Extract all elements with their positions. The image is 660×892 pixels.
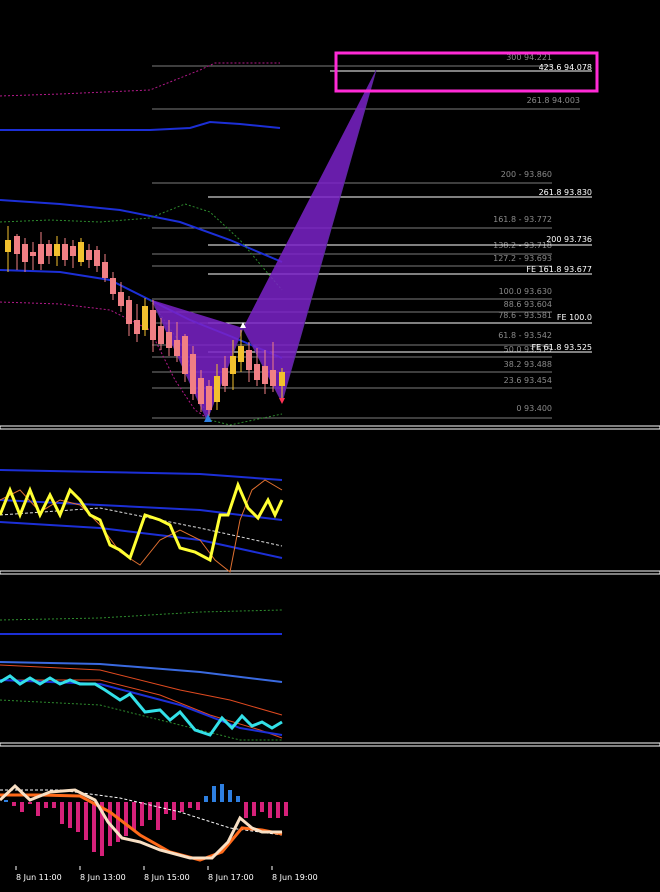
histogram-bar — [52, 802, 56, 808]
bearish-candle — [270, 370, 276, 386]
histogram-bar — [44, 802, 48, 808]
fib-level-label-white: FE 100.0 — [557, 313, 592, 322]
bearish-candle — [38, 244, 44, 264]
bullish-candle — [142, 306, 148, 330]
bullish-candle — [230, 356, 236, 374]
bearish-candle — [206, 386, 212, 410]
time-axis-label: 8 Jun 19:00 — [272, 873, 318, 882]
histogram-bar — [84, 802, 88, 840]
bullish-candle — [54, 244, 60, 256]
histogram-bar — [220, 784, 224, 802]
bearish-candle — [246, 350, 252, 370]
fib-level-label-grey: 0 93.400 — [516, 404, 552, 413]
histogram-bar — [4, 800, 8, 802]
histogram-bar — [228, 790, 232, 802]
histogram-bar — [12, 802, 16, 806]
histogram-bar — [180, 802, 184, 812]
fib-level-label-grey: 78.6 - 93.581 — [498, 311, 552, 320]
fib-level-label-grey: 200 - 93.860 — [501, 170, 552, 179]
bearish-candle — [22, 244, 28, 262]
histogram-bar — [212, 786, 216, 802]
fib-level-label-white: FE 61.8 93.525 — [531, 343, 592, 352]
bearish-candle — [62, 244, 68, 260]
fib-level-label-grey: 23.6 93.454 — [504, 376, 552, 385]
histogram-bar — [156, 802, 160, 830]
time-axis-label: 8 Jun 15:00 — [144, 873, 190, 882]
histogram-bar — [36, 802, 40, 816]
bullish-candle — [238, 346, 244, 362]
bearish-candle — [14, 236, 20, 254]
histogram-bar — [60, 802, 64, 824]
chart-background — [0, 0, 660, 892]
trading-chart[interactable]: 300 94.221261.8 94.003200 - 93.860161.8 … — [0, 0, 660, 892]
histogram-bar — [76, 802, 80, 832]
bearish-candle — [182, 336, 188, 374]
time-axis-label: 8 Jun 11:00 — [16, 873, 62, 882]
histogram-bar — [140, 802, 144, 826]
bearish-candle — [102, 262, 108, 278]
fib-level-label-grey: 261.8 94.003 — [527, 96, 580, 105]
bearish-candle — [158, 326, 164, 344]
histogram-bar — [92, 802, 96, 852]
histogram-bar — [236, 796, 240, 802]
histogram-bar — [260, 802, 264, 812]
bearish-candle — [198, 378, 204, 404]
fib-level-label-white: 423.6 94.078 — [539, 63, 592, 72]
time-axis-label: 8 Jun 17:00 — [208, 873, 254, 882]
bearish-candle — [94, 250, 100, 266]
fib-level-label-grey: 38.2 93.488 — [504, 360, 552, 369]
histogram-bar — [68, 802, 72, 828]
fib-level-label-white: FE 161.8 93.677 — [526, 265, 592, 274]
bearish-candle — [150, 310, 156, 340]
fib-level-label-grey: 61.8 - 93.542 — [498, 331, 552, 340]
histogram-bar — [284, 802, 288, 816]
bullish-candle — [5, 240, 11, 252]
histogram-bar — [252, 802, 256, 816]
bearish-candle — [262, 366, 268, 384]
histogram-bar — [268, 802, 272, 818]
time-axis-label: 8 Jun 13:00 — [80, 873, 126, 882]
bearish-candle — [134, 320, 140, 334]
fib-level-label-grey: 127.2 - 93.693 — [493, 254, 552, 263]
histogram-bar — [124, 802, 128, 836]
bearish-candle — [254, 364, 260, 380]
bearish-candle — [70, 246, 76, 256]
bearish-candle — [222, 368, 228, 386]
fib-level-label-white: 261.8 93.830 — [539, 188, 592, 197]
fib-level-label-grey: 161.8 - 93.772 — [493, 215, 552, 224]
bearish-candle — [86, 250, 92, 260]
bearish-candle — [166, 332, 172, 348]
bullish-candle — [78, 242, 84, 262]
bullish-candle — [214, 376, 220, 402]
bearish-candle — [126, 300, 132, 324]
fib-level-label-white: 200 93.736 — [546, 235, 592, 244]
bearish-candle — [30, 252, 36, 256]
histogram-bar — [196, 802, 200, 810]
histogram-bar — [244, 802, 248, 818]
histogram-bar — [188, 802, 192, 808]
histogram-bar — [276, 802, 280, 818]
bearish-candle — [190, 354, 196, 394]
histogram-bar — [204, 796, 208, 802]
bearish-candle — [46, 244, 52, 256]
bearish-candle — [174, 340, 180, 356]
histogram-bar — [28, 802, 32, 804]
bearish-candle — [118, 292, 124, 306]
fib-level-label-grey: 100.0 93.630 — [499, 287, 552, 296]
bearish-candle — [110, 278, 116, 294]
bullish-candle — [279, 372, 285, 386]
fib-level-label-grey: 88.6 93.604 — [504, 300, 552, 309]
histogram-bar — [132, 802, 136, 830]
histogram-bar — [20, 802, 24, 812]
